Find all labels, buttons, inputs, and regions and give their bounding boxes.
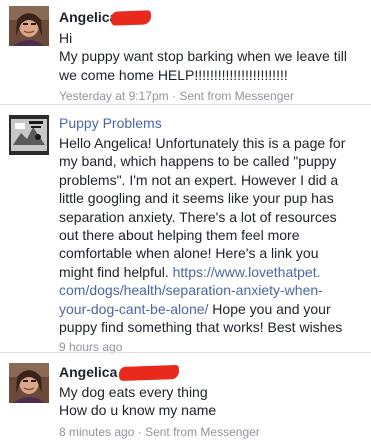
message-line: my band, which happens to be called "pup… [59,153,337,170]
sent-via: Sent from Messenger [179,89,295,104]
resource-link-cont[interactable]: com/dogs/health/separation-anxiety-when- [59,282,323,298]
message-line: com/dogs/health/separation-anxiety-when- [59,281,363,299]
message-line: little googling and it seems like your p… [59,190,334,207]
page-avatar-icon[interactable] [9,115,49,155]
timestamp: 8 minutes ago [59,424,135,439]
resource-link[interactable]: https://www.lovethatpet. [173,264,321,280]
message-line: out there about helping them feel more [59,227,300,244]
page-name-link[interactable]: Puppy Problems [59,114,162,132]
resource-link-cont[interactable]: your-dog-cant-be-alone/ [59,301,208,317]
sender-row: Angelica [59,363,363,382]
message-line: separation anxiety. There's a lot of res… [59,208,337,225]
message-thread: Angelica S Hi My puppy want stop barking… [0,0,371,444]
sender-row: Puppy Problems [59,114,363,133]
link-intro-text: might find helpful. [59,263,173,280]
timestamp: Yesterday at 9:17pm [59,89,169,104]
message-line: My dog eats every thing [59,384,208,400]
redaction-mark [119,364,180,381]
divider [0,352,371,353]
message-line: we come home HELP!!!!!!!!!!!!!!!!!!!!!!!… [59,66,288,83]
message-meta: Yesterday at 9:17pm · Sent from Messenge… [59,88,363,104]
user-avatar-icon[interactable] [9,363,49,403]
after-link-text: Hope you and your [208,300,331,317]
message-line: comfortable when alone! Here's a link yo… [59,245,319,262]
message-line: Hi [59,30,73,46]
message-body: Angelica My dog eats every thing How do … [59,363,363,440]
message-line: Hello Angelica! Unfortunately this is a … [59,135,346,151]
message-line: puppy find something that works! Best wi… [59,319,343,336]
divider [0,104,371,105]
sent-via: Sent from Messenger [145,424,260,439]
redaction-mark [110,10,151,26]
message-meta: 9 hours ago [59,339,363,355]
message-line: My puppy want stop barking when we leave… [59,48,347,65]
user-avatar-icon[interactable] [9,6,49,46]
message-body: Angelica S Hi My puppy want stop barking… [59,8,363,104]
message-line: How do u know my name [59,402,217,419]
message-meta: 8 minutes ago · Sent from Messenger [59,424,363,440]
meta-separator: · [171,89,176,104]
message-text: Hi My puppy want stop barking when we le… [59,29,363,84]
meta-separator: · [137,424,142,439]
message-line: problems". I'm not an expert. However I … [59,171,339,188]
sender-name[interactable]: Angelica [59,363,117,381]
message-text: Hello Angelica! Unfortunately this is a … [59,134,363,336]
message-text: My dog eats every thing How do u know my… [59,383,363,420]
message-line: your-dog-cant-be-alone/ Hope you and you… [59,300,363,318]
message-body: Puppy Problems Hello Angelica! Unfortuna… [59,114,363,355]
sender-row: Angelica S [59,8,363,27]
message-line: might find helpful. https://www.lovethat… [59,263,363,281]
